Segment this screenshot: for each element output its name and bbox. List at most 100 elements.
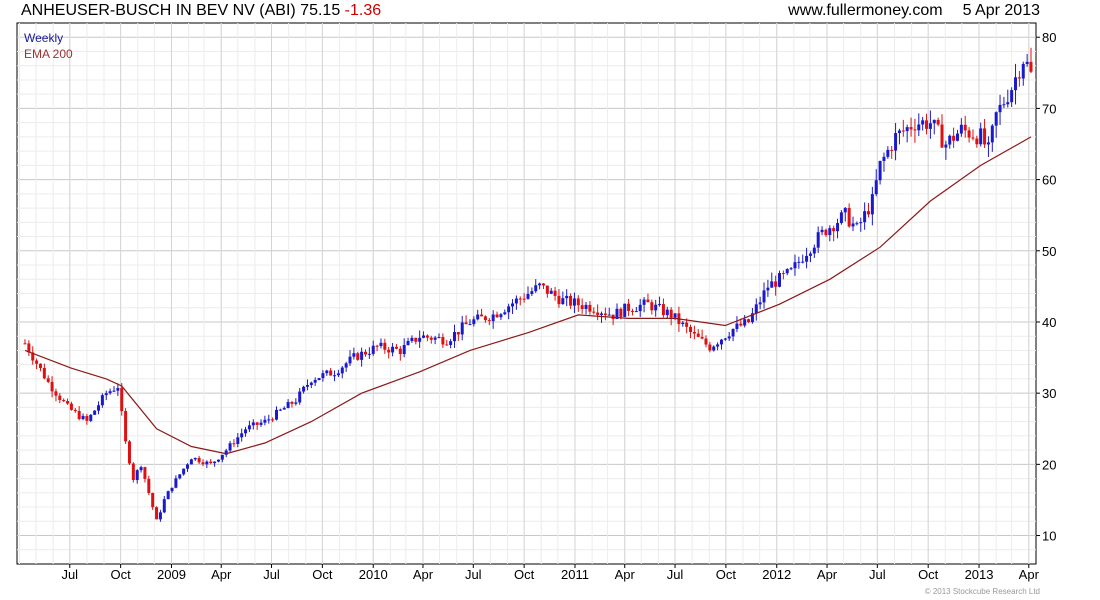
candle-body	[600, 313, 604, 315]
x-tick-label: Oct	[514, 567, 535, 582]
candle-body	[971, 137, 975, 139]
candle-body	[619, 308, 623, 317]
candle-body	[948, 135, 952, 145]
candle-body	[897, 130, 901, 134]
candle-body	[557, 295, 561, 305]
candle-body	[476, 314, 480, 320]
candle-body	[391, 346, 395, 353]
candle-body	[394, 346, 398, 349]
candle-body	[658, 304, 662, 306]
candle-body	[955, 133, 959, 141]
candle-body	[340, 367, 344, 374]
candle-body	[646, 299, 650, 303]
x-tick-label: Jul	[61, 567, 78, 582]
candle-body	[97, 405, 101, 411]
candle-body	[363, 351, 367, 355]
candle-body	[588, 304, 592, 312]
candle-body	[313, 379, 317, 383]
candle-body	[940, 124, 944, 148]
price-chart: 10 20 30 40 50 60 70 80 Jul Oct 2009 Apr Jul Oct 2010…	[16, 22, 1056, 596]
x-tick-label: Jul	[667, 567, 684, 582]
candle-body	[127, 441, 131, 464]
candle-body	[507, 306, 511, 313]
x-tick-label: Apr	[615, 567, 636, 582]
candle-body	[197, 457, 201, 463]
candle-body	[878, 160, 882, 181]
candle-body	[1002, 104, 1006, 106]
candle-body	[603, 313, 607, 316]
candle-body	[139, 467, 143, 471]
candle-body	[487, 320, 491, 322]
candle-body	[263, 419, 267, 423]
candle-body	[104, 393, 108, 396]
candle-body	[472, 319, 476, 325]
candle-body	[774, 281, 778, 287]
candle-body	[836, 223, 840, 232]
candle-body	[514, 298, 518, 304]
candle-body	[456, 332, 460, 335]
candle-body	[240, 433, 244, 438]
candle-body	[143, 467, 147, 479]
candle-body	[155, 507, 159, 520]
candle-body	[209, 461, 213, 464]
candle-body	[766, 287, 770, 291]
x-axis: Jul Oct 2009 Apr Jul Oct 2010 Apr Jul Oct 2011 Apr J…	[61, 564, 1040, 582]
candle-body	[727, 336, 731, 339]
candle-body	[495, 314, 499, 318]
candle-body	[661, 304, 665, 316]
candle-body	[994, 112, 998, 126]
candle-body	[762, 290, 766, 303]
x-tick-label: Apr	[817, 567, 838, 582]
candle-body	[797, 261, 801, 263]
candle-body	[360, 351, 364, 360]
candle-body	[685, 322, 689, 327]
candle-body	[158, 512, 162, 520]
candle-body	[816, 232, 820, 248]
x-tick-label: Jul	[465, 567, 482, 582]
candle-body	[464, 322, 468, 325]
candle-body	[642, 299, 646, 305]
candle-body	[828, 228, 832, 236]
candle-body	[1014, 77, 1018, 91]
candle-body	[42, 367, 46, 379]
candle-body	[1017, 77, 1021, 79]
candle-body	[689, 326, 693, 332]
candle-body	[367, 353, 371, 355]
candle-body	[178, 474, 182, 479]
candle-body	[882, 156, 886, 161]
candle-body	[859, 222, 863, 224]
legend-ema: EMA 200	[24, 47, 73, 61]
candle-body	[716, 344, 720, 347]
candle-body	[832, 228, 836, 232]
candle-body	[120, 388, 124, 411]
candle-body	[839, 212, 843, 224]
candle-body	[905, 127, 909, 132]
y-tick-label: 10	[1042, 529, 1056, 544]
candle-body	[329, 370, 333, 376]
candle-body	[863, 211, 867, 223]
candle-body	[781, 273, 785, 275]
candle-body	[69, 403, 73, 410]
candle-body	[538, 283, 542, 286]
x-tick-label: Oct	[312, 567, 333, 582]
candle-body	[100, 395, 104, 406]
candle-body	[921, 120, 925, 125]
candle-body	[518, 298, 522, 300]
candle-body	[294, 402, 298, 404]
candle-body	[855, 223, 859, 225]
candle-body	[379, 342, 383, 347]
candle-body	[189, 459, 193, 465]
candle-body	[54, 391, 58, 396]
candle-body	[112, 390, 116, 392]
candle-body	[174, 478, 178, 488]
candle-body	[356, 353, 360, 360]
candle-body	[928, 123, 932, 129]
candle-body	[348, 356, 352, 364]
candle-body	[623, 303, 627, 317]
candle-body	[58, 395, 62, 400]
candle-body	[162, 499, 166, 513]
candle-body	[580, 305, 584, 309]
candle-body	[251, 422, 255, 426]
candle-body	[692, 331, 696, 334]
candle-body	[166, 491, 170, 500]
